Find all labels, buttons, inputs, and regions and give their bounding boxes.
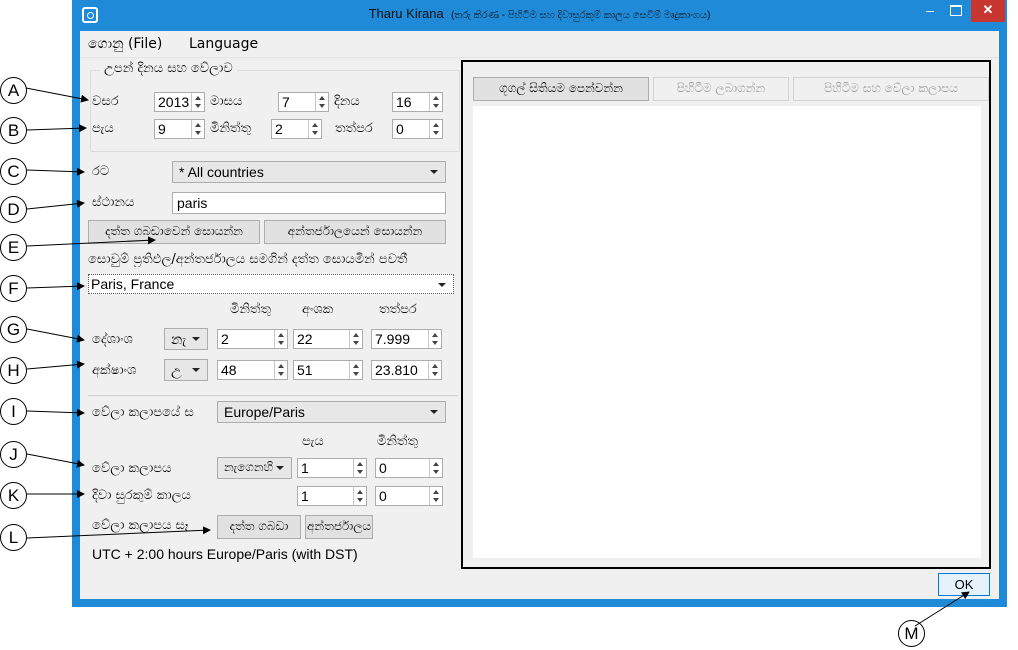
callout-arrow-i xyxy=(26,408,85,417)
callout-arrow-m xyxy=(914,591,970,627)
callout-arrow-c xyxy=(26,167,85,176)
callout-arrow-l xyxy=(26,526,211,539)
callout-arrow-j xyxy=(26,453,85,468)
callout-arrow-d xyxy=(26,199,85,210)
callout-arrow-h xyxy=(26,360,85,370)
callout-arrow-g xyxy=(26,328,85,343)
callout-arrow-b xyxy=(26,124,87,133)
callout-arrow-f xyxy=(26,282,85,291)
callout-arrow-a xyxy=(25,87,89,103)
callout-arrows xyxy=(25,87,970,627)
callout-arrow-e xyxy=(26,236,156,247)
